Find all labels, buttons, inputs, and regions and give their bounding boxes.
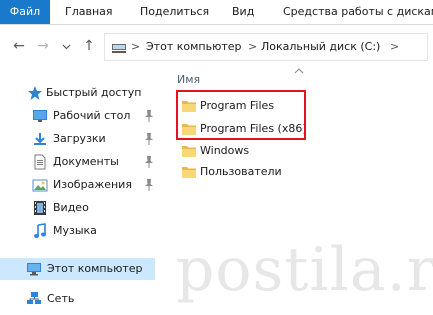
address-bar[interactable]: > Этот компьютер > Локальный диск (C:) > (104, 33, 428, 61)
documents-icon (34, 154, 46, 170)
chevron-down-icon (62, 44, 70, 50)
nav-item-label: Быстрый доступ (46, 86, 142, 99)
ribbon: Файл Главная Поделиться Вид Средства раб… (0, 0, 433, 25)
music-icon (34, 223, 46, 238)
address-row: ← → ↑ > Этот компьютер > Локальный диск … (0, 24, 433, 68)
network-icon (27, 292, 41, 304)
pin-icon[interactable] (143, 132, 155, 146)
nav-item-pictures[interactable]: Изображения (0, 174, 168, 196)
star-icon (28, 86, 42, 100)
nav-item-quick-access[interactable]: Быстрый доступ (0, 82, 168, 104)
arrow-left-icon: ← (13, 38, 25, 54)
tab-view[interactable]: Вид (232, 0, 254, 24)
watermark: postila.ru (176, 235, 433, 305)
tab-drive-tools[interactable]: Средства работы с дисками (283, 0, 433, 24)
nav-item-label: Изображения (53, 178, 132, 191)
tab-file[interactable]: Файл (0, 0, 50, 24)
navigation-pane: Быстрый доступ Рабочий стол Загрузки Док… (0, 68, 168, 315)
pin-icon[interactable] (143, 178, 155, 192)
pin-icon[interactable] (143, 109, 155, 123)
download-icon (34, 133, 46, 145)
nav-item-label: Загрузки (53, 132, 106, 145)
tab-home[interactable]: Главная (65, 0, 113, 24)
highlight-box (176, 90, 306, 140)
forward-button[interactable]: → (36, 37, 50, 55)
arrow-right-icon: → (37, 38, 49, 54)
folder-icon (182, 146, 196, 157)
sort-ascending-icon (294, 68, 304, 74)
nav-item-network[interactable]: Сеть (0, 288, 168, 310)
breadcrumb-local-disk[interactable]: Локальный диск (C:) (261, 34, 380, 60)
desktop-icon (33, 110, 47, 122)
nav-item-label: Музыка (53, 224, 97, 237)
folder-icon (182, 167, 196, 178)
nav-item-music[interactable]: Музыка (0, 220, 168, 242)
breadcrumb-separator[interactable]: > (248, 34, 257, 60)
pin-icon[interactable] (143, 155, 155, 169)
nav-item-this-pc[interactable]: Этот компьютер (0, 258, 155, 280)
breadcrumb-separator[interactable]: > (131, 34, 140, 60)
nav-item-desktop[interactable]: Рабочий стол (0, 105, 168, 127)
recent-locations-button[interactable] (60, 37, 72, 55)
nav-item-label: Этот компьютер (47, 262, 143, 275)
tab-share[interactable]: Поделиться (140, 0, 209, 24)
breadcrumb-separator[interactable]: > (390, 34, 399, 60)
arrow-up-icon: ↑ (83, 38, 95, 54)
nav-item-label: Рабочий стол (53, 109, 131, 122)
nav-item-label: Видео (53, 201, 89, 214)
nav-item-label: Сеть (47, 292, 75, 305)
file-name: Windows (200, 144, 250, 157)
nav-item-label: Документы (53, 155, 119, 168)
file-row[interactable]: Пользователи (176, 162, 336, 182)
file-name: Пользователи (200, 165, 282, 178)
computer-icon (27, 263, 41, 276)
up-button[interactable]: ↑ (82, 37, 96, 55)
pictures-icon (32, 179, 48, 192)
video-icon (34, 201, 46, 215)
back-button[interactable]: ← (12, 37, 26, 55)
file-row[interactable]: Windows (176, 141, 336, 161)
nav-item-documents[interactable]: Документы (0, 151, 168, 173)
column-header-name[interactable]: Имя (177, 72, 200, 88)
computer-icon (112, 44, 126, 53)
breadcrumb-this-pc[interactable]: Этот компьютер (146, 34, 242, 60)
nav-item-downloads[interactable]: Загрузки (0, 128, 168, 150)
nav-item-videos[interactable]: Видео (0, 197, 168, 219)
